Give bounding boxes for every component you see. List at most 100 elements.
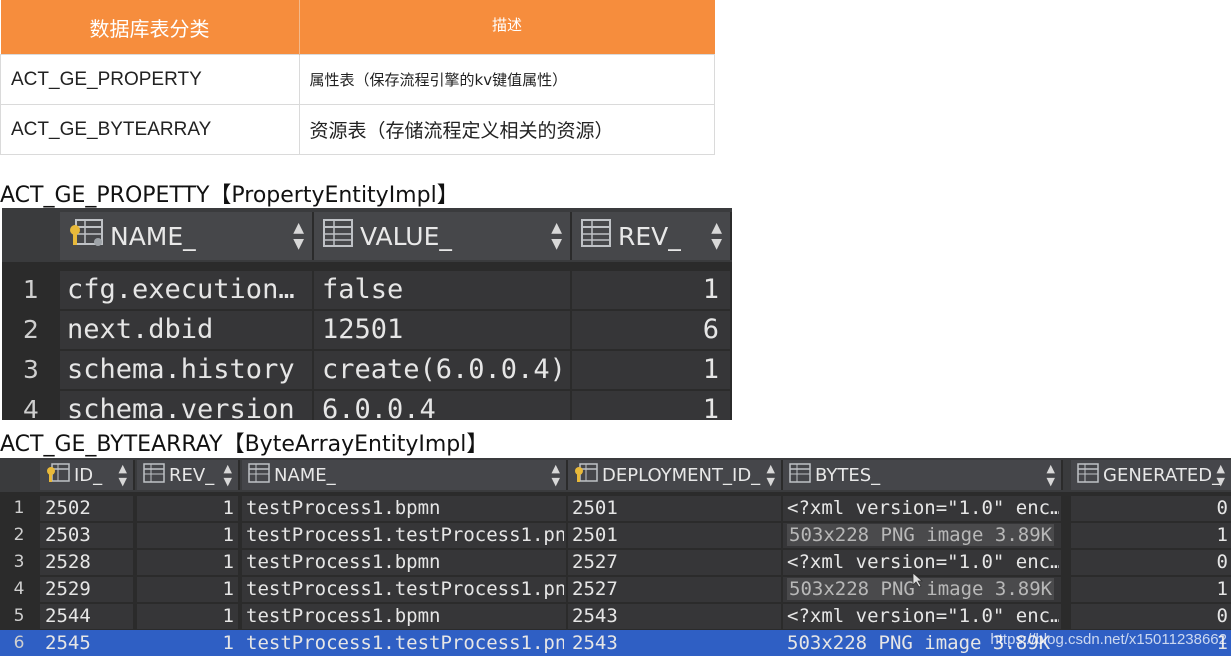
cell-rev[interactable]: 1 (577, 270, 719, 310)
cell-deployment-id[interactable]: 2527 (572, 576, 777, 603)
column-header-rev[interactable]: REV_ ▲ ▼ (137, 460, 240, 490)
sort-icon[interactable]: ▲ ▼ (551, 220, 562, 252)
cell-value[interactable]: false (322, 270, 567, 310)
cell-deployment-id[interactable]: 2543 (572, 603, 777, 630)
row-number: 2 (23, 315, 39, 344)
cell-name[interactable]: schema.version (67, 390, 307, 420)
header-category: 数据库表分类 (0, 0, 300, 55)
row-number: 3 (13, 552, 25, 572)
cell-generated[interactable]: 1 (1075, 576, 1228, 603)
cell-name[interactable]: testProcess1.testProcess1.png (246, 522, 564, 549)
column-header-id[interactable]: ID_ ▲ ▼ (40, 460, 135, 490)
row-number: 6 (13, 633, 25, 653)
table-row[interactable]: 3 2528 1 testProcess1.bpmn 2527 <?xml ve… (0, 549, 1231, 576)
table-name-cell: ACT_GE_BYTEARRAY (0, 104, 300, 155)
cell-bytes[interactable]: <?xml version="1.0" enc… (787, 495, 1059, 522)
db-grid-property[interactable]: NAME_ ▲ ▼ VALUE_ ▲ ▼ REV_ ▲ ▼ 1 cfg.exec… (2, 208, 732, 420)
sort-icon[interactable]: ▲ ▼ (767, 462, 775, 488)
column-icon (789, 462, 811, 488)
column-header-generated[interactable]: GENERATED_ ▲ ▼ (1071, 460, 1231, 490)
sort-icon[interactable]: ▲ ▼ (1217, 462, 1225, 488)
cell-generated[interactable]: 0 (1075, 549, 1228, 576)
table-row[interactable]: 5 2544 1 testProcess1.bpmn 2543 <?xml ve… (0, 603, 1231, 630)
column-header-name[interactable]: NAME_ ▲ ▼ (242, 460, 568, 490)
column-header-bytes[interactable]: BYTES_ ▲ ▼ (783, 460, 1063, 490)
row-number: 3 (23, 355, 39, 384)
table-row[interactable]: 4 2529 1 testProcess1.testProcess1.png 2… (0, 576, 1231, 603)
cell-generated[interactable]: 0 (1075, 603, 1228, 630)
cell-value[interactable]: create(6.0.0.4) (322, 350, 567, 390)
sort-icon[interactable]: ▲ ▼ (293, 220, 304, 252)
column-header-rev[interactable]: REV_ ▲ ▼ (572, 212, 732, 260)
cell-rev[interactable]: 1 (140, 630, 234, 656)
table-row[interactable]: 2 2503 1 testProcess1.testProcess1.png 2… (0, 522, 1231, 549)
table-classification-table: 数据库表分类 描述 ACT_GE_PROPERTY 属性表（保存流程引擎的kv键… (0, 0, 715, 155)
table-desc-cell: 资源表（存储流程定义相关的资源） (298, 104, 715, 155)
column-icon (322, 218, 354, 254)
cell-name[interactable]: schema.history (67, 350, 307, 390)
cell-value[interactable]: 12501 (322, 310, 567, 350)
table-name-cell: ACT_GE_PROPERTY (0, 54, 300, 105)
table-row[interactable]: 1 2502 1 testProcess1.bpmn 2501 <?xml ve… (0, 495, 1231, 522)
column-header-value[interactable]: VALUE_ ▲ ▼ (314, 212, 572, 260)
cell-id[interactable]: 2545 (45, 630, 130, 656)
watermark-text: https://blog.csdn.net/x15011238662 (990, 631, 1227, 648)
cell-name[interactable]: testProcess1.testProcess1.png (246, 630, 564, 656)
cell-rev[interactable]: 1 (140, 495, 234, 522)
table-desc-cell: 属性表（保存流程引擎的kv键值属性） (298, 54, 715, 105)
cell-bytes[interactable]: 503x228 PNG image 3.89K (787, 522, 1059, 549)
cell-id[interactable]: 2502 (45, 495, 130, 522)
table-row[interactable]: 3 schema.history create(6.0.0.4) 1 (2, 350, 732, 390)
cell-deployment-id[interactable]: 2501 (572, 495, 777, 522)
cell-value[interactable]: 6.0.0.4 (322, 390, 567, 420)
cell-generated[interactable]: 0 (1075, 495, 1228, 522)
cell-rev[interactable]: 6 (577, 310, 719, 350)
table-row: ACT_GE_PROPERTY 属性表（保存流程引擎的kv键值属性） (0, 54, 715, 105)
db-grid-bytearray[interactable]: ID_ ▲ ▼ REV_ ▲ ▼ NAME_ ▲ ▼ DEPLOYMENT_ID… (0, 458, 1231, 656)
column-label: ID_ (74, 464, 103, 486)
cell-deployment-id[interactable]: 2543 (572, 630, 777, 656)
column-header-deployment-id[interactable]: DEPLOYMENT_ID_ ▲ ▼ (568, 460, 783, 490)
cell-deployment-id[interactable]: 2527 (572, 549, 777, 576)
primary-key-column-icon (46, 462, 70, 489)
cell-name[interactable]: cfg.execution… (67, 270, 307, 310)
cell-deployment-id[interactable]: 2501 (572, 522, 777, 549)
cell-rev[interactable]: 1 (577, 390, 719, 420)
column-label: NAME_ (274, 464, 336, 486)
grid-header: NAME_ ▲ ▼ VALUE_ ▲ ▼ REV_ ▲ ▼ (2, 208, 732, 262)
primary-key-column-icon (68, 218, 104, 254)
cell-id[interactable]: 2528 (45, 549, 130, 576)
image-preview-label: 503x228 PNG image 3.89K (787, 524, 1055, 546)
cell-bytes[interactable]: <?xml version="1.0" enc… (787, 603, 1059, 630)
cell-name[interactable]: testProcess1.bpmn (246, 603, 564, 630)
cell-rev[interactable]: 1 (140, 603, 234, 630)
cell-name[interactable]: testProcess1.bpmn (246, 495, 564, 522)
table-row[interactable]: 1 cfg.execution… false 1 (2, 270, 732, 310)
table-row[interactable]: 2 next.dbid 12501 6 (2, 310, 732, 350)
column-header-name[interactable]: NAME_ ▲ ▼ (60, 212, 314, 260)
cell-rev[interactable]: 1 (140, 549, 234, 576)
cell-id[interactable]: 2503 (45, 522, 130, 549)
sort-icon[interactable]: ▲ ▼ (552, 462, 560, 488)
cell-name[interactable]: next.dbid (67, 310, 307, 350)
cell-id[interactable]: 2544 (45, 603, 130, 630)
column-label: VALUE_ (360, 221, 452, 251)
sort-icon[interactable]: ▲ ▼ (224, 462, 232, 488)
table-row[interactable]: 4 schema.version 6.0.0.4 1 (2, 390, 732, 420)
row-number: 5 (13, 606, 25, 626)
sort-icon[interactable]: ▲ ▼ (1047, 462, 1055, 488)
column-icon (248, 462, 270, 488)
column-label: GENERATED_ (1103, 464, 1222, 486)
cell-rev[interactable]: 1 (140, 576, 234, 603)
cell-rev[interactable]: 1 (140, 522, 234, 549)
cell-id[interactable]: 2529 (45, 576, 130, 603)
column-label: NAME_ (110, 221, 196, 251)
cell-name[interactable]: testProcess1.testProcess1.png (246, 576, 564, 603)
cell-generated[interactable]: 1 (1075, 522, 1228, 549)
foreign-key-column-icon (574, 462, 598, 489)
column-icon (143, 462, 165, 488)
sort-icon[interactable]: ▲ ▼ (119, 462, 127, 488)
cell-rev[interactable]: 1 (577, 350, 719, 390)
cell-name[interactable]: testProcess1.bpmn (246, 549, 564, 576)
sort-icon[interactable]: ▲ ▼ (711, 220, 722, 252)
